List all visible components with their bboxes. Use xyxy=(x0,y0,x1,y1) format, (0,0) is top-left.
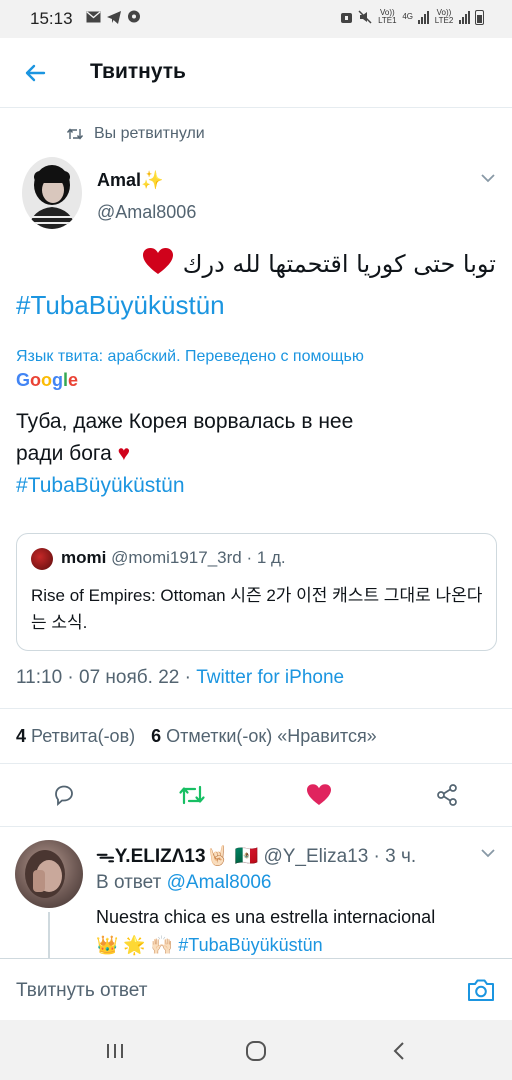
recents-button[interactable] xyxy=(100,1036,130,1066)
likes-label: Отметки(-ок) «Нравится» xyxy=(166,726,377,746)
back-button[interactable] xyxy=(18,56,52,90)
reply-text: Nuestra chica es una estrella internacio… xyxy=(96,903,501,959)
translation-line2-row: ради бога ♥ xyxy=(16,438,486,470)
author-name[interactable]: Amal✨ xyxy=(97,170,163,191)
retweet-context-label: Вы ретвитнули xyxy=(94,125,205,142)
camera-icon xyxy=(468,979,494,1001)
back-nav-button[interactable] xyxy=(384,1036,414,1066)
tweet-text-arabic: توبا حتى كوريا اقتحمتها لله درك xyxy=(182,250,496,278)
quote-author-name: momi xyxy=(61,548,107,567)
message-icon xyxy=(128,10,140,23)
app-header: Твитнуть xyxy=(0,38,512,108)
tweet-hashtag[interactable]: #TubaBüyüküstün xyxy=(16,290,225,321)
tweet-stats: 4 Ретвита(-ов) 6 Отметки(-ок) «Нравится» xyxy=(16,726,377,747)
translation-note: Язык твита: арабский. Переведено с помощ… xyxy=(16,348,364,365)
battery-icon xyxy=(475,9,484,25)
network-type: 4G xyxy=(402,12,413,21)
status-time: 15:13 xyxy=(30,9,73,28)
retweets-count: 4 xyxy=(16,726,27,746)
quoted-tweet[interactable]: momi @momi1917_3rd · 1 д. Rise of Empire… xyxy=(16,533,497,651)
quote-text: Rise of Empires: Ottoman 시즌 2가 이전 캐스트 그대… xyxy=(31,586,483,632)
notification-icons xyxy=(86,10,141,24)
chevron-down-icon xyxy=(481,849,495,858)
divider xyxy=(0,826,512,827)
quote-header: momi @momi1917_3rd · 1 д. xyxy=(61,548,286,568)
chevron-down-icon xyxy=(481,174,495,183)
reply-emojis: 👑 🌟 🙌🏻 xyxy=(96,935,179,955)
likes-count: 6 xyxy=(151,726,162,746)
quote-meta: @momi1917_3rd · 1 д. xyxy=(111,548,286,567)
quote-avatar xyxy=(31,548,53,570)
reply-author-name[interactable]: ᯓY.ELIZΛ13🤘🏻 🇲🇽 xyxy=(96,846,258,867)
reply-menu-button[interactable] xyxy=(480,845,496,863)
reply-input[interactable]: Твитнуть ответ xyxy=(16,980,147,1002)
translation-line2: ради бога xyxy=(16,442,112,465)
reply-text-line1: Nuestra chica es una estrella internacio… xyxy=(96,907,436,927)
status-bar: 15:13 Vo)) LTE1 4G Vo)) LTE2 xyxy=(0,0,512,38)
heart-emoji xyxy=(142,248,173,280)
mail-icon xyxy=(86,11,101,23)
tweet-menu-button[interactable] xyxy=(480,170,496,188)
share-icon xyxy=(437,784,457,806)
signal1-icon xyxy=(418,10,429,24)
tweet-timestamp: 11:10 · 07 нояб. 22 · xyxy=(16,667,197,688)
divider xyxy=(0,763,512,764)
google-logo[interactable]: Google xyxy=(16,370,78,391)
like-button[interactable] xyxy=(302,778,336,812)
reply-icon xyxy=(55,785,73,806)
divider xyxy=(0,708,512,709)
share-button[interactable] xyxy=(430,778,464,812)
recents-icon xyxy=(107,1044,123,1058)
home-icon xyxy=(246,1041,266,1061)
home-button[interactable] xyxy=(241,1036,271,1066)
author-handle[interactable]: @Amal8006 xyxy=(97,202,196,223)
back-arrow-icon xyxy=(25,64,46,82)
reply-composer[interactable]: Твитнуть ответ xyxy=(0,958,512,1020)
retweet-icon xyxy=(66,128,84,140)
heart-icon xyxy=(142,248,173,274)
alarm-icon xyxy=(341,13,353,23)
reply-header: ᯓY.ELIZΛ13🤘🏻 🇲🇽 @Y_Eliza13 · 3 ч. xyxy=(96,842,416,868)
tweet-text-row: توبا حتى كوريا اقتحمتها لله درك xyxy=(142,248,496,280)
reply-meta: @Y_Eliza13 · 3 ч. xyxy=(263,846,417,867)
retweet-context: Вы ретвитнули xyxy=(66,125,205,143)
retweet-button[interactable] xyxy=(175,778,209,812)
like-icon xyxy=(307,784,331,805)
mute-icon xyxy=(358,10,372,24)
thread-line xyxy=(48,912,50,960)
signal2-icon xyxy=(459,10,470,24)
retweets-stat[interactable]: 4 Ретвита(-ов) xyxy=(16,726,135,747)
reply-text-line2: 👑 🌟 🙌🏻 #TubaBüyüküstün xyxy=(96,931,501,959)
reply-to: В ответ @Amal8006 xyxy=(96,872,271,894)
volte2-indicator: Vo)) LTE2 xyxy=(434,8,454,25)
tweet-meta: 11:10 · 07 нояб. 22 · Twitter for iPhone xyxy=(16,667,344,689)
translation-hashtag[interactable]: #TubaBüyüküstün xyxy=(16,470,486,502)
camera-button[interactable] xyxy=(466,975,496,1005)
reply-to-handle[interactable]: @Amal8006 xyxy=(167,872,272,893)
volte1-indicator: Vo)) LTE1 xyxy=(378,8,397,25)
telegram-icon xyxy=(107,10,121,24)
tweet-actions xyxy=(0,778,512,812)
reply-button[interactable] xyxy=(47,778,81,812)
back-nav-icon xyxy=(393,1042,404,1060)
likes-stat[interactable]: 6 Отметки(-ок) «Нравится» xyxy=(151,726,377,747)
page-title: Твитнуть xyxy=(90,60,186,83)
reply-hashtag[interactable]: #TubaBüyüküstün xyxy=(178,935,322,955)
translated-text: Туба, даже Корея ворвалась в нее ради бо… xyxy=(16,406,486,502)
retweet-icon xyxy=(179,785,205,805)
reply-to-prefix: В ответ xyxy=(96,872,167,893)
retweets-label: Ретвита(-ов) xyxy=(31,726,136,746)
system-navbar xyxy=(0,1020,512,1080)
tweet-source[interactable]: Twitter for iPhone xyxy=(196,667,344,688)
translation-line1: Туба, даже Корея ворвалась в нее xyxy=(16,410,354,433)
translation-heart-emoji: ♥ xyxy=(117,442,131,465)
reply-avatar[interactable] xyxy=(15,840,83,908)
system-icons: Vo)) LTE1 4G Vo)) LTE2 xyxy=(340,9,484,25)
author-avatar[interactable] xyxy=(22,157,82,229)
